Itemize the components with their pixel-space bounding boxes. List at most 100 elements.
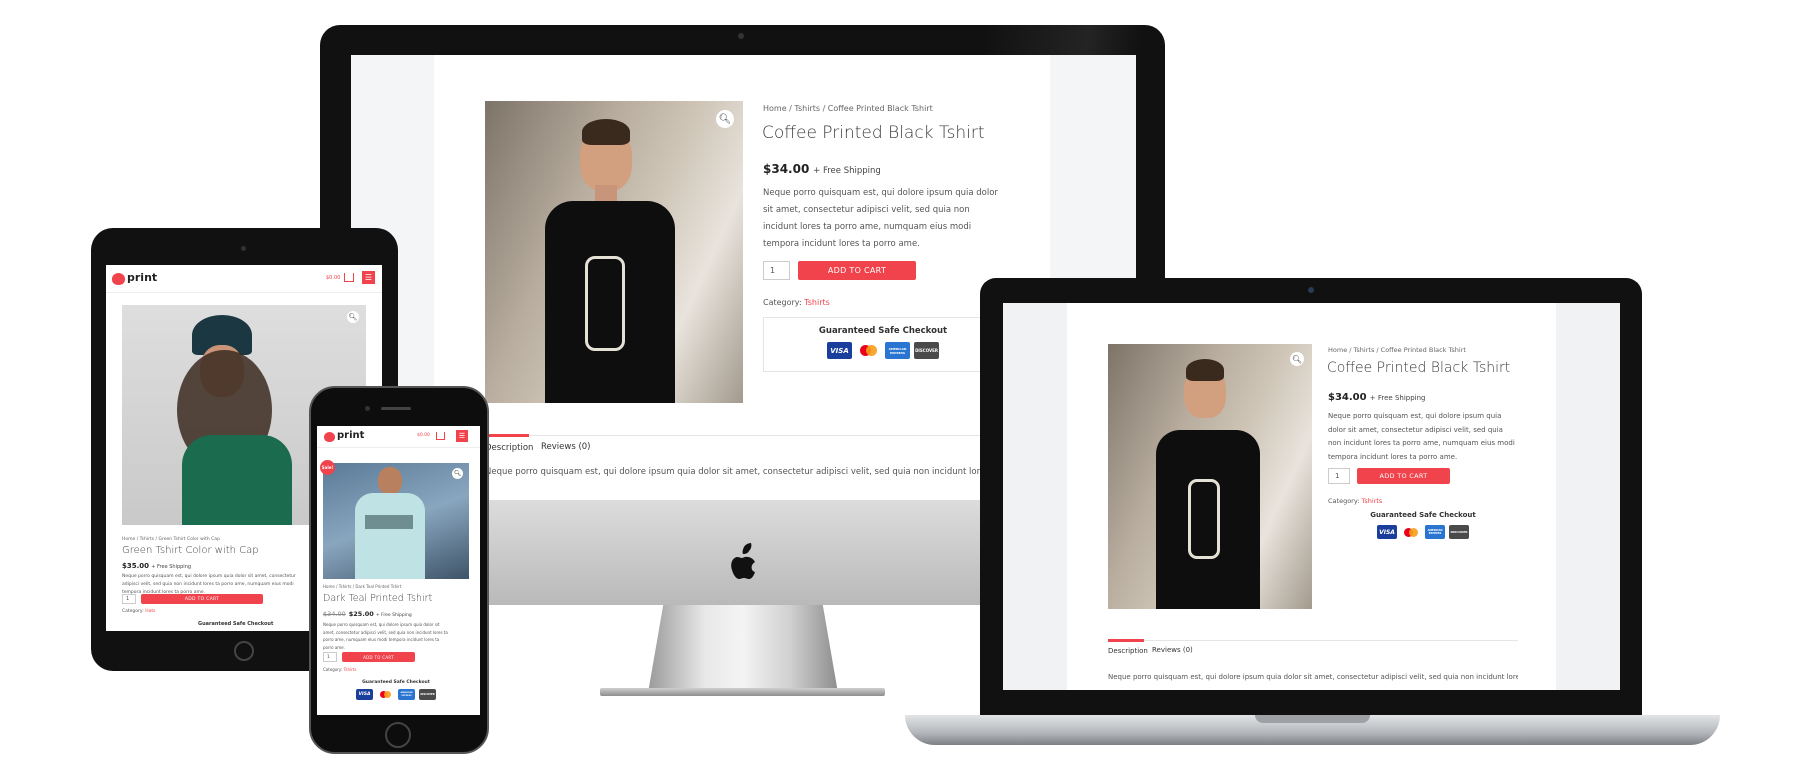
phone-camera <box>365 406 370 411</box>
shipping-note: + Free Shipping <box>813 166 881 176</box>
short-description: Neque porro quisquam est, qui dolore ips… <box>323 622 448 650</box>
safe-checkout-title: Guaranteed Safe Checkout <box>814 326 952 336</box>
quantity-input[interactable]: 1 <box>763 261 790 280</box>
safe-checkout-box: Guaranteed Safe Checkout VISA AMERICAN E… <box>1328 511 1518 556</box>
apple-logo-icon <box>725 543 761 583</box>
mastercard-icon <box>1401 525 1421 539</box>
mastercard-icon <box>377 689 394 700</box>
tab-content: Neque porro quisquam est, qui dolore ips… <box>485 467 1005 477</box>
phone-speaker <box>381 407 411 410</box>
visa-card-icon: VISA <box>1377 525 1397 539</box>
category-link[interactable]: Tshirts <box>804 298 830 307</box>
product-title: Dark Teal Printed Tshirt <box>323 593 433 604</box>
tab-description[interactable]: Description <box>1108 639 1148 658</box>
tab-description[interactable]: Description <box>485 434 533 457</box>
visa-card-icon: VISA <box>827 342 852 359</box>
logo-text: print <box>337 430 365 441</box>
laptop-camera <box>1308 287 1314 293</box>
cart-icon[interactable] <box>436 432 445 440</box>
discover-card-icon: DISCOVER <box>914 342 939 359</box>
breadcrumb: Home / Tshirts / Coffee Printed Black Ts… <box>1328 346 1466 354</box>
short-description: Neque porro quisquam est, qui dolore ips… <box>1328 412 1515 461</box>
breadcrumb: Home / Tshirts / Coffee Printed Black Ts… <box>763 104 933 113</box>
zoom-icon[interactable]: 🔍︎ <box>716 110 734 128</box>
shipping-note: + Free Shipping <box>151 564 192 570</box>
zoom-icon[interactable]: 🔍︎ <box>452 468 463 479</box>
add-to-cart-button[interactable]: ADD TO CART <box>1357 468 1450 484</box>
tab-reviews[interactable]: Reviews (0) <box>541 436 591 457</box>
quantity-input[interactable]: 1 <box>1328 468 1350 484</box>
price: $35.00 <box>122 562 150 570</box>
logo-icon <box>112 273 125 285</box>
breadcrumb: Home / Tshirts / Dark Teal Printed Tshir… <box>323 584 402 589</box>
price-row: $34.00 $25.00 + Free Shipping <box>323 610 412 618</box>
tablet-header: print $0.00 ☰ <box>106 265 382 293</box>
tablet-home-button <box>234 641 254 661</box>
price-old: $34.00 <box>323 610 346 618</box>
phone-header: print $0.00 ☰ <box>317 426 480 448</box>
logo-text: print <box>127 271 158 284</box>
breadcrumb: Home / Tshirts / Green Tshirt Color with… <box>122 537 220 542</box>
tab-reviews[interactable]: Reviews (0) <box>1152 641 1193 658</box>
desktop-stand-base <box>600 688 885 696</box>
category-link[interactable]: Tshirts <box>1362 497 1383 505</box>
product-title: Coffee Printed Black Tshirt <box>1327 360 1511 376</box>
price-row: $35.00 + Free Shipping <box>122 562 191 570</box>
safe-checkout-box: Guaranteed Safe Checkout VISA AMERICAN E… <box>323 680 469 715</box>
price-row: $34.00 + Free Shipping <box>763 162 881 176</box>
safe-checkout-title: Guaranteed Safe Checkout <box>198 621 274 627</box>
price-row: $34.00 + Free Shipping <box>1328 392 1426 403</box>
tablet-camera <box>241 246 246 251</box>
sale-badge: Sale! <box>320 460 335 475</box>
category-link[interactable]: Tshirts <box>344 667 357 672</box>
laptop-screen: 🔍︎ Home / Tshirts / Coffee Printed Black… <box>1003 303 1620 690</box>
category-row: Category: Tshirts <box>763 298 830 307</box>
discover-card-icon: DISCOVER <box>1449 525 1469 539</box>
price: $34.00 <box>763 162 810 176</box>
laptop-notch <box>1255 715 1370 723</box>
tab-content: Neque porro quisquam est, qui dolore ips… <box>1108 673 1518 681</box>
safe-checkout-title: Guaranteed Safe Checkout <box>362 680 430 685</box>
price: $25.00 <box>348 610 374 618</box>
safe-checkout-box: Guaranteed Safe Checkout VISA AMERICAN E… <box>763 317 1003 372</box>
product-image: 🔍︎ <box>323 463 469 579</box>
cart-icon[interactable] <box>344 273 354 282</box>
menu-toggle-button[interactable]: ☰ <box>362 271 375 284</box>
desktop-stand <box>648 605 838 693</box>
amex-card-icon: AMERICAN EXPRESS <box>1425 525 1445 539</box>
shipping-note: + Free Shipping <box>1369 394 1426 402</box>
product-title: Coffee Printed Black Tshirt <box>762 123 985 143</box>
product-tabs: Description Reviews (0) <box>1108 639 1518 658</box>
visa-card-icon: VISA <box>356 689 373 700</box>
category-row: Category: Hats <box>122 609 156 614</box>
add-to-cart-button[interactable]: ADD TO CART <box>342 652 415 662</box>
shipping-note: + Free Shipping <box>375 613 412 618</box>
cart-total[interactable]: $0.00 <box>326 275 340 281</box>
logo-icon <box>324 432 335 442</box>
discover-card-icon: DISCOVER <box>419 689 436 700</box>
add-to-cart-button[interactable]: ADD TO CART <box>141 594 263 604</box>
category-row: Category: Tshirts <box>323 667 357 672</box>
safe-checkout-title: Guaranteed Safe Checkout <box>1370 511 1476 519</box>
zoom-icon[interactable]: 🔍︎ <box>1290 352 1304 366</box>
product-image: 🔍︎ <box>485 101 743 403</box>
quantity-input[interactable]: 1 <box>122 594 136 604</box>
price: $34.00 <box>1328 392 1367 403</box>
short-description: Neque porro quisquam est, qui dolore ips… <box>763 188 998 249</box>
zoom-icon[interactable]: 🔍︎ <box>347 311 359 323</box>
cart-total[interactable]: $0.00 <box>417 433 430 438</box>
add-to-cart-button[interactable]: ADD TO CART <box>798 261 916 280</box>
menu-toggle-button[interactable]: ☰ <box>456 430 468 442</box>
quantity-input[interactable]: 1 <box>323 652 337 662</box>
product-tabs: Description Reviews (0) <box>485 434 1005 457</box>
phone-screen: print $0.00 ☰ 🔍︎ Sale! Home / Tshirts / … <box>317 426 480 715</box>
amex-card-icon: AMERICAN EXPRESS <box>885 342 910 359</box>
camera-dot <box>738 33 744 39</box>
amex-card-icon: AMERICAN EXPRESS <box>398 689 415 700</box>
product-title: Green Tshirt Color with Cap <box>122 545 259 556</box>
product-image: 🔍︎ <box>1108 344 1312 609</box>
phone-home-button <box>385 722 411 748</box>
category-row: Category: Tshirts <box>1328 497 1383 505</box>
mastercard-icon <box>856 342 881 359</box>
category-link[interactable]: Hats <box>145 609 155 614</box>
